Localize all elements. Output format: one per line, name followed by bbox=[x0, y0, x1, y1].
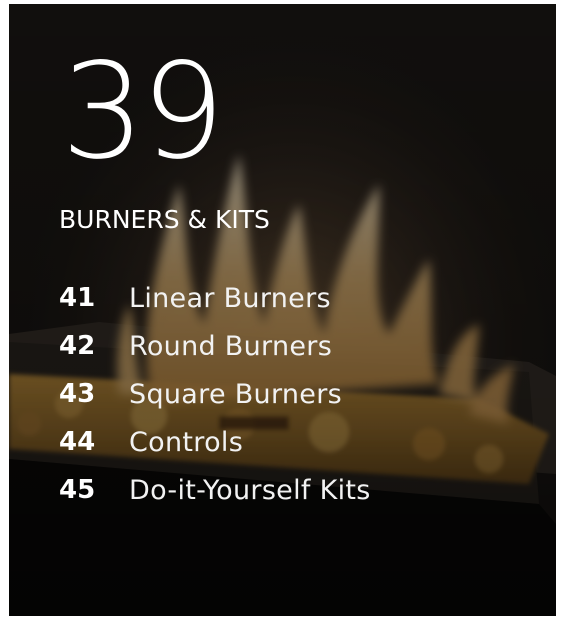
toc-item-label: Round Burners bbox=[129, 330, 333, 362]
toc-item[interactable]: 42 Round Burners bbox=[59, 322, 371, 370]
toc-item-label: Do-it-Yourself Kits bbox=[129, 474, 371, 506]
section-divider-panel: 39 BURNERS & KITS 41 Linear Burners 42 R… bbox=[9, 4, 556, 616]
toc-item[interactable]: 43 Square Burners bbox=[59, 370, 371, 418]
toc-item[interactable]: 41 Linear Burners bbox=[59, 274, 371, 322]
section-title: BURNERS & KITS bbox=[59, 205, 270, 234]
toc-page-number: 42 bbox=[59, 331, 96, 361]
toc-page-number: 43 bbox=[59, 379, 96, 409]
toc-item-label: Linear Burners bbox=[129, 282, 331, 314]
section-contents-list: 41 Linear Burners 42 Round Burners 43 Sq… bbox=[59, 274, 371, 514]
toc-page-number: 41 bbox=[59, 283, 96, 313]
toc-item[interactable]: 45 Do-it-Yourself Kits bbox=[59, 466, 371, 514]
toc-item-label: Controls bbox=[129, 426, 244, 458]
toc-item-label: Square Burners bbox=[129, 378, 342, 410]
section-page-number: 39 bbox=[61, 35, 225, 189]
toc-page-number: 45 bbox=[59, 475, 96, 505]
toc-item[interactable]: 44 Controls bbox=[59, 418, 371, 466]
toc-page-number: 44 bbox=[59, 427, 96, 457]
